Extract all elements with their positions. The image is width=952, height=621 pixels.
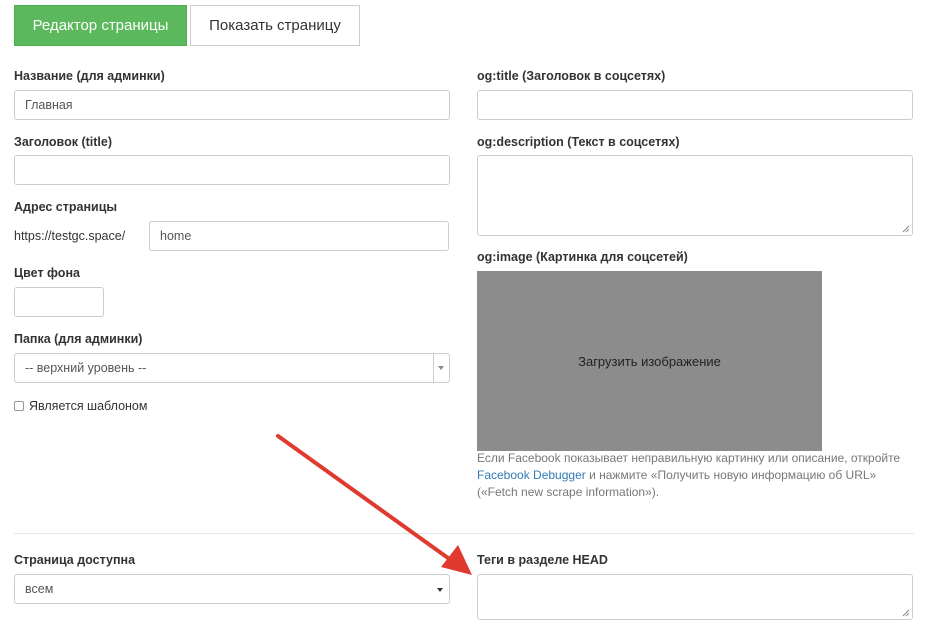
tab-show-page[interactable]: Показать страницу [190, 5, 360, 46]
name-label: Название (для админки) [14, 69, 165, 83]
folder-select-arrow-box [433, 354, 449, 382]
og-title-input[interactable] [477, 90, 913, 120]
access-label: Страница доступна [14, 553, 136, 567]
og-title-label: og:title (Заголовок в соцсетях) [477, 69, 666, 83]
tab-page-editor[interactable]: Редактор страницы [14, 5, 187, 46]
title-input[interactable] [14, 155, 450, 185]
resize-grip-icon [902, 225, 910, 233]
template-checkbox-label: Является шаблоном [29, 399, 148, 413]
upload-image-label: Загрузить изображение [578, 353, 721, 369]
title-label: Заголовок (title) [14, 135, 112, 149]
template-checkbox-row[interactable]: Является шаблоном [14, 399, 147, 413]
name-input[interactable]: Главная [14, 90, 450, 120]
resize-grip-icon [902, 609, 910, 617]
chevron-down-icon [438, 366, 444, 370]
address-input[interactable]: home [149, 221, 449, 251]
facebook-help-text: Если Facebook показывает неправильную ка… [477, 450, 937, 501]
og-description-textarea[interactable] [477, 155, 913, 236]
bg-color-label: Цвет фона [14, 266, 80, 280]
help-text-part-2: и нажмите «Получить новую информацию об … [585, 468, 877, 482]
og-image-label: og:image (Картинка для соцсетей) [477, 250, 688, 264]
help-text-part-1: Если Facebook показывает неправильную ка… [477, 451, 901, 465]
facebook-debugger-link[interactable]: Facebook Debugger [477, 468, 586, 482]
help-text-part-3: («Fetch new scrape information»). [477, 485, 660, 499]
head-tags-textarea[interactable] [477, 574, 913, 620]
folder-label: Папка (для админки) [14, 332, 143, 346]
folder-select[interactable]: -- верхний уровень -- [14, 353, 450, 383]
head-tags-label: Теги в разделе HEAD [477, 553, 608, 567]
page-mode-tabs: Редактор страницы Показать страницу [14, 5, 360, 46]
access-select-value: всем [25, 582, 54, 596]
address-label: Адрес страницы [14, 200, 118, 214]
template-checkbox[interactable] [14, 401, 24, 411]
og-image-upload[interactable]: Загрузить изображение [477, 271, 822, 451]
access-select[interactable]: всем [14, 574, 450, 604]
address-prefix: https://testgc.space/ [14, 229, 126, 243]
folder-select-value: -- верхний уровень -- [25, 361, 147, 375]
section-divider [14, 533, 914, 534]
bg-color-input[interactable] [14, 287, 104, 317]
caret-down-icon [437, 588, 443, 592]
og-description-label: og:description (Текст в соцсетях) [477, 135, 680, 149]
